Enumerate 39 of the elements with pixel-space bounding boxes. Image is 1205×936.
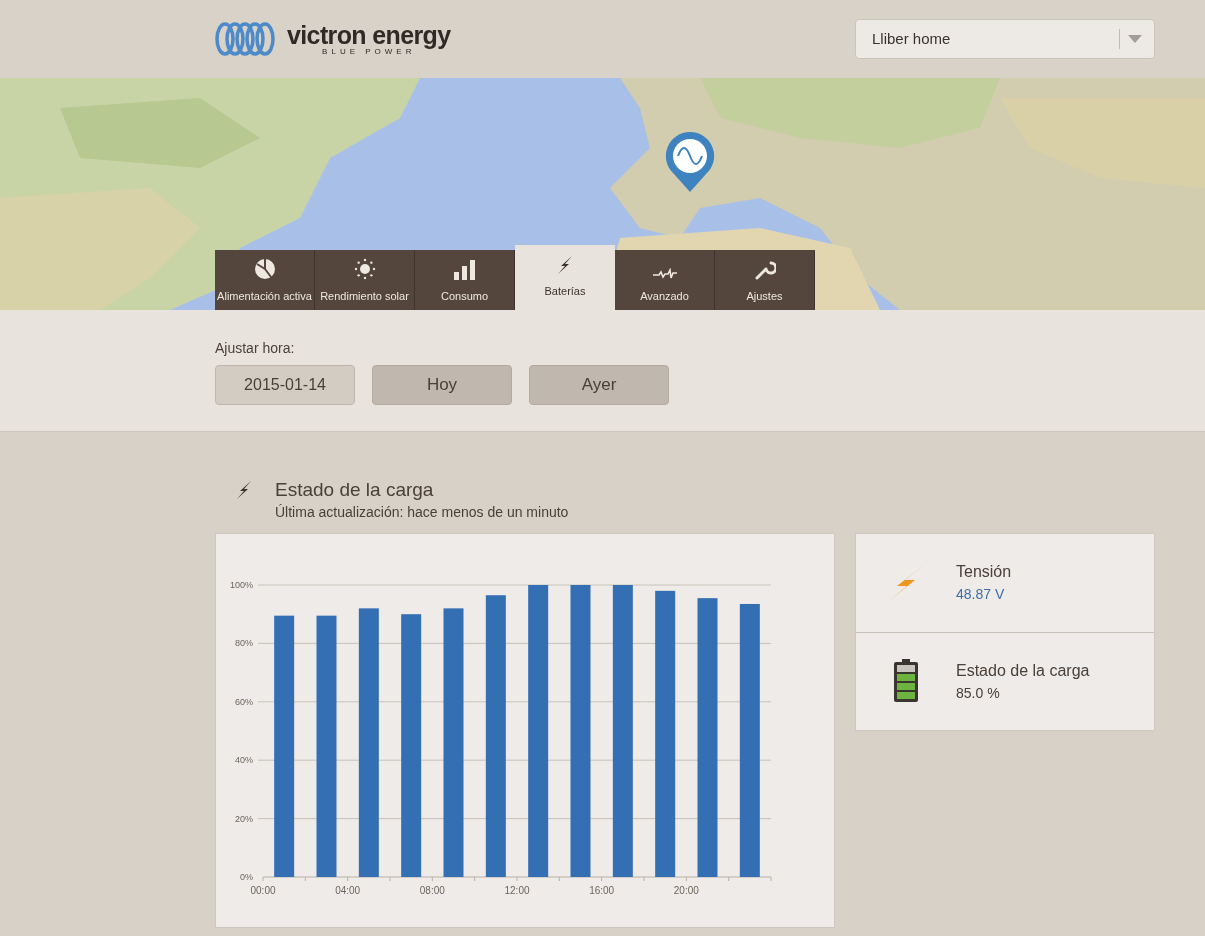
- logo-wordmark: victron energy: [287, 22, 451, 48]
- lightning-icon: [555, 255, 575, 276]
- stat-label: Estado de la carga: [956, 660, 1090, 681]
- x-tick-label: 16:00: [589, 884, 615, 896]
- nav-tab[interactable]: Avanzado: [615, 250, 715, 310]
- caret-icon: [1128, 35, 1142, 43]
- nav-tab[interactable]: Baterías: [515, 245, 615, 310]
- y-tick-label: 20%: [235, 813, 253, 824]
- day-button[interactable]: Ayer: [529, 365, 669, 405]
- site-dropdown[interactable]: Lliber home: [855, 19, 1155, 59]
- y-tick-label: 0%: [240, 871, 253, 882]
- nav-tab[interactable]: Alimentación activa: [215, 250, 315, 310]
- logo-tagline: BLUE POWER: [321, 47, 416, 56]
- stat-value: 48.87 V: [956, 585, 1006, 605]
- day-button[interactable]: Hoy: [372, 365, 512, 405]
- date-field[interactable]: 2015-01-14: [215, 365, 355, 405]
- y-tick-label: 80%: [235, 638, 253, 649]
- nav-tab[interactable]: Rendimiento solar: [315, 250, 415, 310]
- bar-chart-icon: [453, 259, 476, 280]
- time-label: Ajustar hora:: [215, 339, 296, 358]
- last-update-text: Última actualización: hace menos de un minuto: [275, 502, 569, 522]
- map-pin-icon[interactable]: [664, 130, 716, 194]
- battery-icon: [893, 659, 919, 704]
- nav-tab[interactable]: Ajustes: [715, 250, 815, 310]
- y-tick-label: 40%: [235, 754, 253, 765]
- pie-chart-icon: [253, 257, 276, 280]
- x-tick-label: 04:00: [335, 884, 361, 896]
- nav-tab[interactable]: Consumo: [415, 250, 515, 310]
- y-tick-label: 100%: [229, 579, 253, 590]
- stat-label: Tensión: [956, 562, 1012, 583]
- pulse-icon: [651, 267, 678, 280]
- x-tick-label: 20:00: [673, 884, 699, 896]
- x-tick-label: 12:00: [504, 884, 530, 896]
- section-title: Estado de la carga: [275, 478, 435, 502]
- x-tick-label: 00:00: [250, 884, 276, 896]
- y-tick-label: 60%: [235, 696, 253, 707]
- x-tick-label: 08:00: [419, 884, 445, 896]
- sun-icon: [353, 257, 376, 280]
- stat-value: 85.0 %: [956, 683, 1001, 703]
